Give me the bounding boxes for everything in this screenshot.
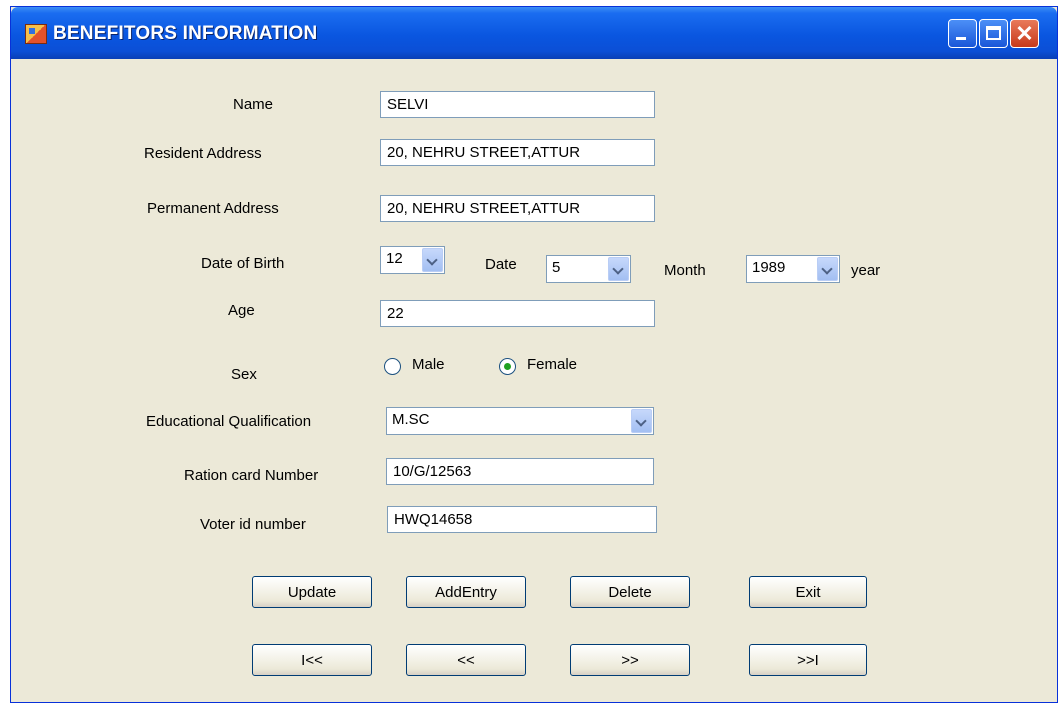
- female-radio[interactable]: [499, 358, 516, 375]
- maximize-icon: [986, 26, 1001, 40]
- update-button[interactable]: Update: [252, 576, 372, 608]
- chevron-down-icon[interactable]: [631, 409, 652, 433]
- resident-address-field[interactable]: [380, 139, 655, 166]
- chevron-down-icon[interactable]: [608, 257, 629, 281]
- name-field[interactable]: [380, 91, 655, 118]
- voter-id-field[interactable]: [387, 506, 657, 533]
- male-radio[interactable]: [384, 358, 401, 375]
- year-unit-label: year: [851, 262, 881, 279]
- minimize-icon: [956, 37, 966, 40]
- male-label[interactable]: Male: [412, 356, 445, 373]
- date-of-birth-label: Date of Birth: [201, 255, 285, 272]
- last-record-button[interactable]: >>I: [749, 644, 867, 676]
- next-record-button[interactable]: >>: [570, 644, 690, 676]
- educational-qualification-label: Educational Qualification: [146, 413, 312, 430]
- dob-year-select[interactable]: 1989: [746, 255, 840, 283]
- ration-card-field[interactable]: [386, 458, 654, 485]
- minimize-button[interactable]: [948, 19, 977, 48]
- dob-month-select[interactable]: 5: [546, 255, 631, 283]
- close-button[interactable]: ✕: [1010, 19, 1039, 48]
- education-select[interactable]: M.SC: [386, 407, 654, 435]
- exit-button[interactable]: Exit: [749, 576, 867, 608]
- dob-year-value: 1989: [752, 259, 786, 276]
- permanent-address-field[interactable]: [380, 195, 655, 222]
- dob-date-value: 12: [386, 250, 403, 267]
- age-label: Age: [228, 302, 255, 319]
- female-label[interactable]: Female: [527, 356, 577, 373]
- title-bar[interactable]: BENEFITORS INFORMATION ✕: [11, 7, 1057, 59]
- close-icon: ✕: [1015, 21, 1034, 46]
- chevron-down-icon[interactable]: [817, 257, 838, 281]
- dob-month-value: 5: [552, 259, 561, 276]
- voter-id-label: Voter id number: [200, 516, 306, 533]
- resident-address-label: Resident Address: [144, 145, 262, 162]
- date-unit-label: Date: [485, 256, 517, 273]
- first-record-button[interactable]: I<<: [252, 644, 372, 676]
- app-icon[interactable]: [25, 24, 47, 44]
- month-unit-label: Month: [664, 262, 706, 279]
- ration-card-label: Ration card Number: [184, 467, 319, 484]
- window-title: BENEFITORS INFORMATION: [53, 23, 318, 44]
- permanent-address-label: Permanent Address: [147, 200, 279, 217]
- maximize-button[interactable]: [979, 19, 1008, 48]
- chevron-down-icon[interactable]: [422, 248, 443, 272]
- sex-label: Sex: [231, 366, 257, 383]
- education-value: M.SC: [392, 411, 430, 428]
- add-entry-button[interactable]: AddEntry: [406, 576, 526, 608]
- name-label: Name: [233, 96, 274, 113]
- previous-record-button[interactable]: <<: [406, 644, 526, 676]
- delete-button[interactable]: Delete: [570, 576, 690, 608]
- age-field[interactable]: [380, 300, 655, 327]
- dob-date-select[interactable]: 12: [380, 246, 445, 274]
